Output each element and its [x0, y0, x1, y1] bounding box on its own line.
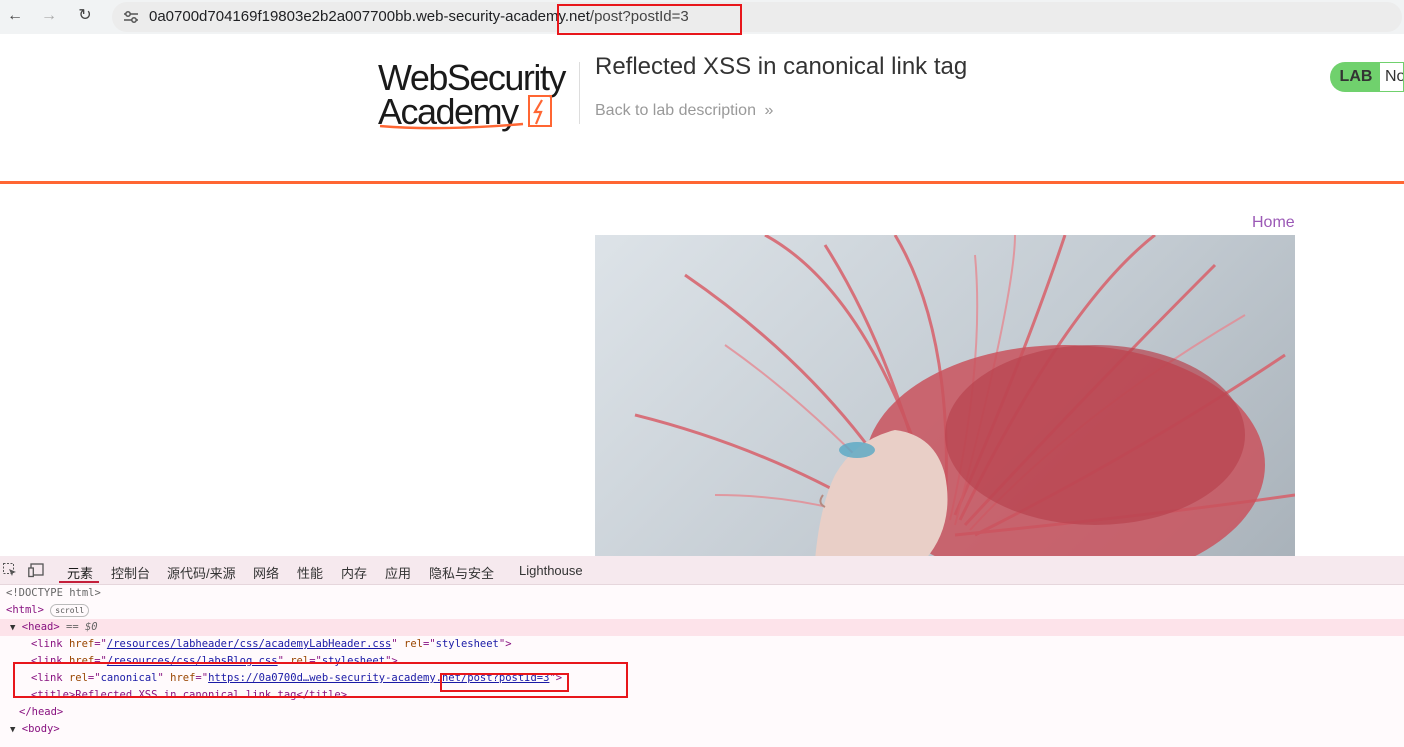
lab-title: Reflected XSS in canonical link tag [595, 53, 968, 80]
pink-hair-photo [634, 235, 1295, 560]
html-open-tag: <html> [6, 604, 44, 616]
dom-body-node[interactable]: ▼ <body> [10, 721, 60, 738]
url-highlight-box [557, 4, 742, 35]
tab-lighthouse[interactable]: Lighthouse [519, 563, 583, 578]
devtools-panel: 元素 控制台 源代码/来源 网络 性能 内存 应用 隐私与安全 Lighthou… [0, 556, 1404, 747]
back-link-label: Back to lab description [595, 102, 756, 119]
address-bar[interactable]: 0a0700d704169f19803e2b2a007700bb.web-sec… [112, 2, 1402, 32]
tab-network[interactable]: 网络 [253, 563, 279, 582]
tab-console[interactable]: 控制台 [111, 563, 150, 582]
canonical-path-highlight-box [440, 673, 569, 692]
dom-html-node[interactable]: <html> scroll [6, 602, 90, 619]
tab-application[interactable]: 应用 [385, 563, 411, 582]
dom-doctype[interactable]: <!DOCTYPE html> [6, 585, 101, 602]
tab-sources[interactable]: 源代码/来源 [167, 563, 236, 582]
home-link[interactable]: Home [1252, 214, 1295, 232]
tab-performance[interactable]: 性能 [297, 563, 323, 582]
web-security-academy-logo[interactable]: WebSecurity Academy [378, 57, 578, 133]
forward-arrow-icon[interactable]: → [40, 7, 58, 25]
header-divider [579, 62, 580, 124]
expand-triangle-icon[interactable]: ▼ [10, 623, 15, 633]
lab-badge-label: LAB [1330, 62, 1380, 92]
lab-status-badge: LAB Not solved [1330, 62, 1404, 92]
head-open-tag: <head> [21, 621, 60, 633]
dom-head-node-selected[interactable]: ▼ <head> == $0 [0, 619, 1404, 636]
tab-memory[interactable]: 内存 [341, 563, 367, 582]
logo-bolt-icon [528, 95, 552, 127]
tab-privacy-security[interactable]: 隐私与安全 [429, 563, 494, 582]
dom-link-stylesheet-1[interactable]: <link href="/resources/labheader/css/aca… [31, 636, 512, 653]
inspect-element-icon[interactable] [2, 562, 18, 578]
site-info-icon[interactable] [122, 8, 140, 26]
lab-status-text: Not solved [1380, 62, 1404, 92]
url-host: 0a0700d704169f19803e2b2a007700bb.web-sec… [149, 8, 590, 25]
body-open-tag: <body> [21, 723, 60, 735]
link1-href[interactable]: /resources/labheader/css/academyLabHeade… [107, 638, 391, 650]
scroll-badge[interactable]: scroll [50, 603, 90, 617]
link1-rel: stylesheet [435, 638, 499, 650]
header-orange-rule [0, 181, 1404, 184]
blog-post-image [595, 235, 1295, 560]
device-toolbar-icon[interactable] [28, 562, 44, 578]
back-arrow-icon[interactable]: ← [6, 7, 24, 25]
tab-elements[interactable]: 元素 [67, 563, 93, 582]
head-console-marker: == $0 [66, 621, 98, 633]
expand-triangle-icon[interactable]: ▼ [10, 725, 15, 735]
reload-icon[interactable]: ↻ [76, 7, 94, 25]
double-chevron-right-icon: » [764, 102, 774, 119]
back-to-lab-description-link[interactable]: Back to lab description » [595, 102, 773, 120]
logo-underline-icon [379, 122, 524, 130]
dom-head-close[interactable]: </head> [19, 704, 63, 721]
devtools-tab-bar: 元素 控制台 源代码/来源 网络 性能 内存 应用 隐私与安全 Lighthou… [0, 556, 1404, 585]
active-tab-underline [59, 581, 99, 583]
